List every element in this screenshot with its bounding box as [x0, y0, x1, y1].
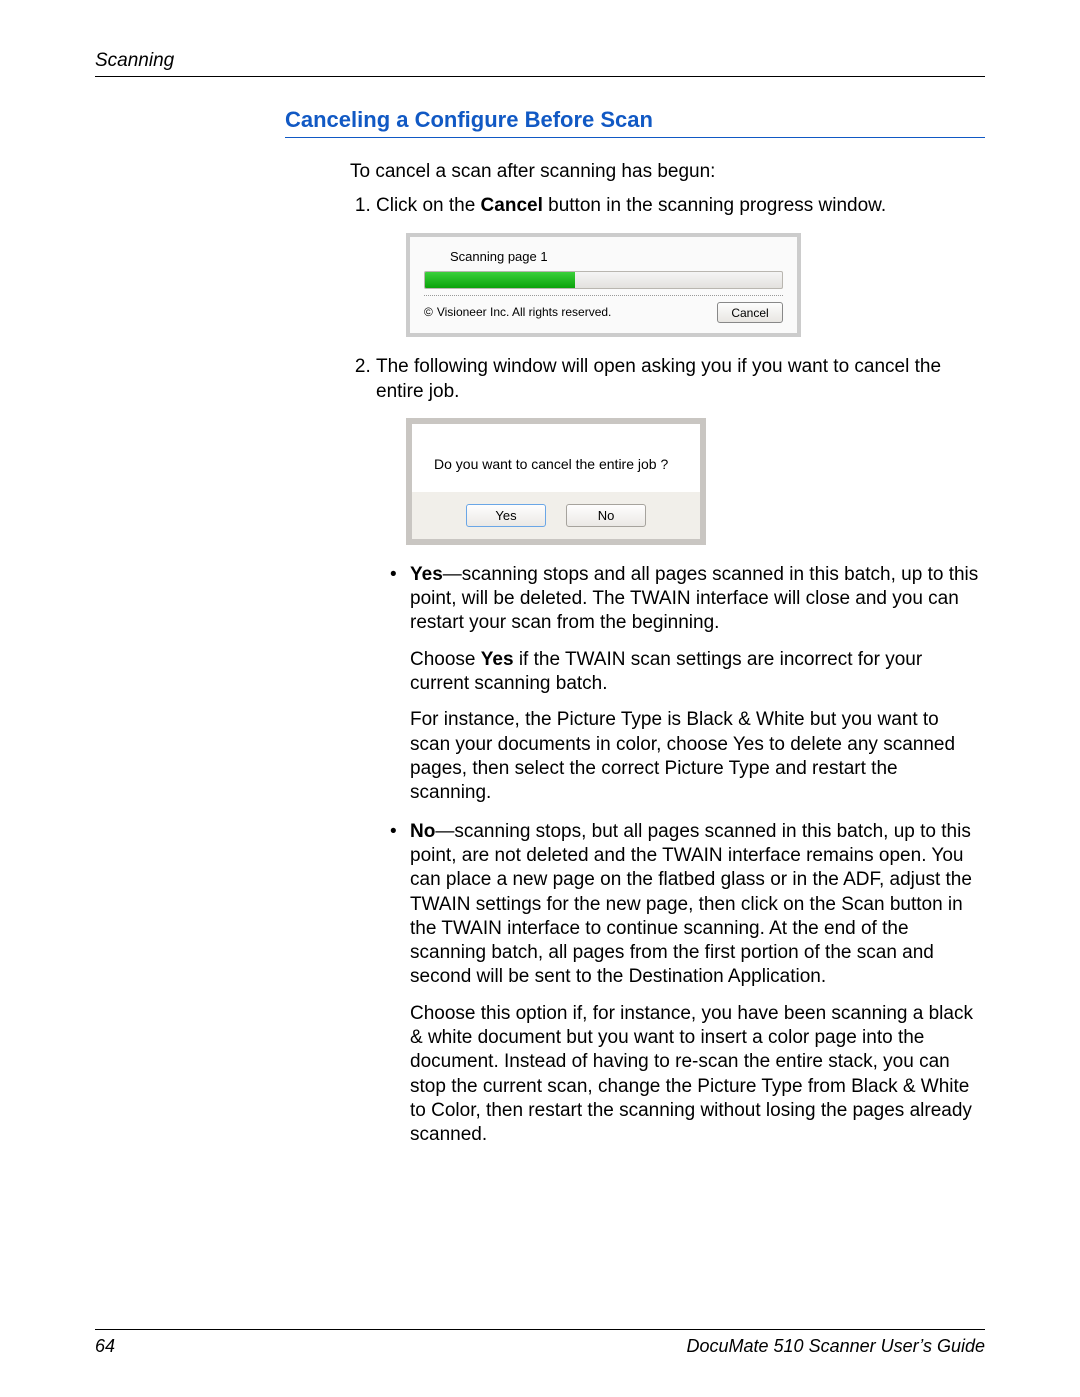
outcome-bullets: Yes—scanning stops and all pages scanned… [376, 563, 980, 1148]
confirm-dialog-figure: Do you want to cancel the entire job ? Y… [376, 418, 980, 545]
header-rule [95, 76, 985, 77]
footer-rule [95, 1329, 985, 1330]
progress-label: Scanning page 1 [450, 249, 783, 266]
step-2: The following window will open asking yo… [376, 355, 980, 1147]
copyright-label: Visioneer Inc. All rights reserved. [437, 305, 612, 320]
page: Scanning Canceling a Configure Before Sc… [0, 0, 1080, 1397]
footer: 64 DocuMate 510 Scanner User’s Guide [95, 1329, 985, 1357]
page-number: 64 [95, 1336, 115, 1357]
cancel-button[interactable]: Cancel [717, 302, 783, 323]
no-button[interactable]: No [566, 504, 646, 527]
bullet-no-label: No [410, 821, 435, 842]
bullet-yes-p2: Choose Yes if the TWAIN scan settings ar… [410, 648, 980, 697]
progress-dialog: Scanning page 1 © Visioneer Inc. All rig… [406, 233, 801, 338]
body-content: To cancel a scan after scanning has begu… [350, 160, 980, 1148]
progress-dialog-figure: Scanning page 1 © Visioneer Inc. All rig… [376, 233, 980, 338]
running-head: Scanning [95, 50, 985, 72]
steps-list: Click on the Cancel button in the scanni… [350, 194, 980, 1147]
progress-bar [424, 271, 783, 289]
bullet-yes-label: Yes [410, 564, 443, 585]
confirm-button-row: Yes No [412, 492, 700, 539]
bullet-no-text: —scanning stops, but all pages scanned i… [410, 821, 972, 988]
step1-pre: Click on the [376, 195, 481, 216]
yes-button[interactable]: Yes [466, 504, 546, 527]
yes-p2b: Yes [481, 649, 514, 670]
step-1: Click on the Cancel button in the scanni… [376, 194, 980, 337]
confirm-prompt: Do you want to cancel the entire job ? [412, 424, 700, 492]
bullet-yes: Yes—scanning stops and all pages scanned… [394, 563, 980, 806]
step2-text: The following window will open asking yo… [376, 356, 941, 401]
bullet-no-p2: Choose this option if, for instance, you… [410, 1002, 980, 1148]
section-title: Canceling a Configure Before Scan [285, 107, 985, 133]
bullet-no: No—scanning stops, but all pages scanned… [394, 820, 980, 1148]
progress-bar-fill [425, 272, 575, 288]
section-rule [285, 137, 985, 138]
copyright-text: © Visioneer Inc. All rights reserved. [424, 305, 611, 320]
book-title: DocuMate 510 Scanner User’s Guide [687, 1336, 986, 1357]
confirm-dialog: Do you want to cancel the entire job ? Y… [406, 418, 706, 545]
dialog-rule [424, 295, 783, 296]
bullet-yes-p3: For instance, the Picture Type is Black … [410, 708, 980, 805]
step1-post: button in the scanning progress window. [543, 195, 886, 216]
step1-bold: Cancel [481, 195, 543, 216]
yes-p2a: Choose [410, 649, 481, 670]
copyright-icon: © [424, 305, 433, 320]
intro-text: To cancel a scan after scanning has begu… [350, 160, 980, 184]
bullet-yes-text: —scanning stops and all pages scanned in… [410, 564, 978, 634]
